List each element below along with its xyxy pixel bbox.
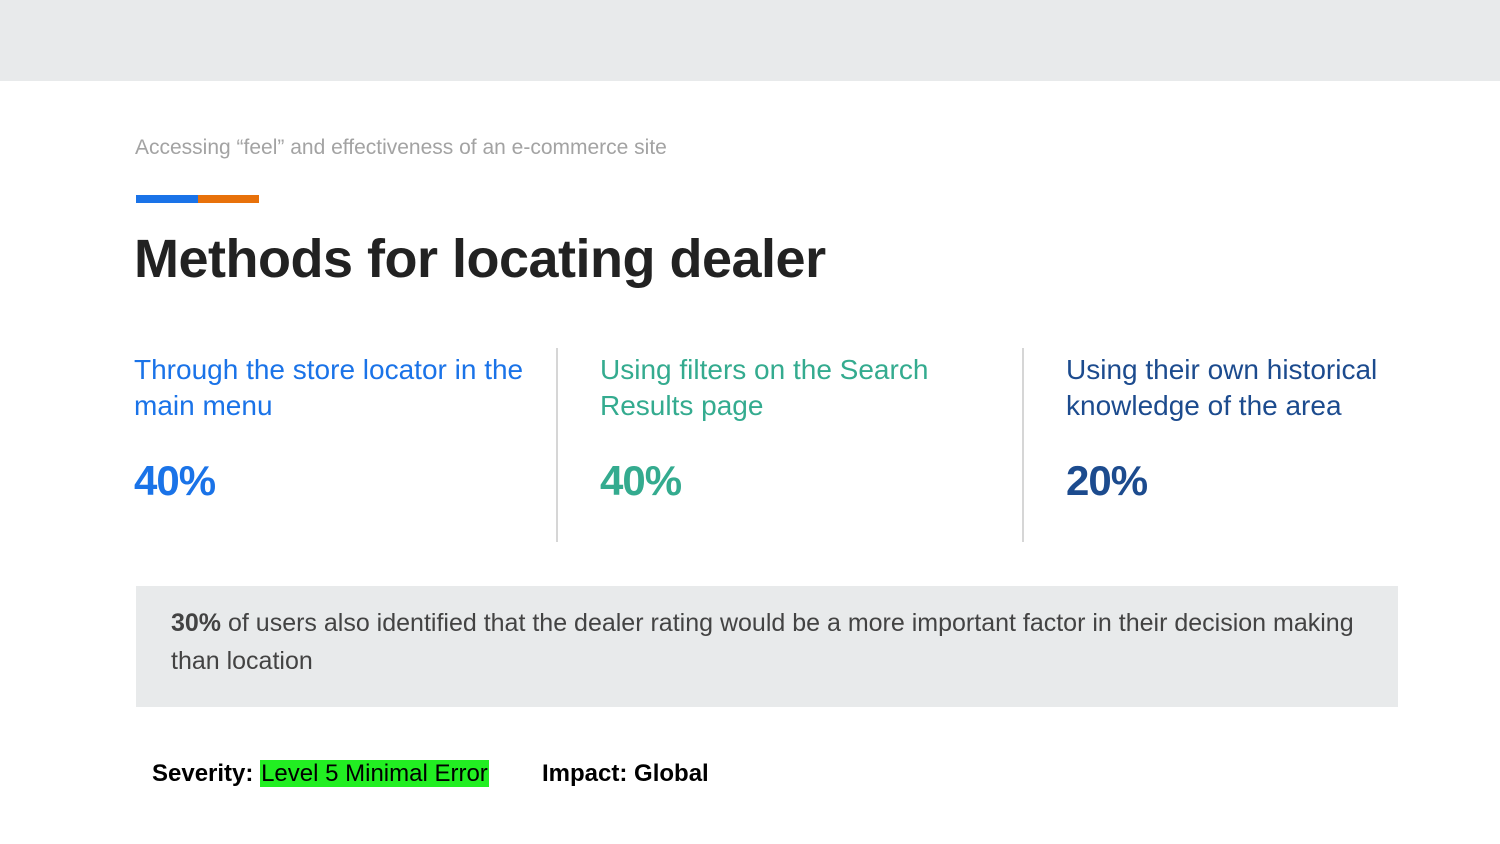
method-label: Through the store locator in the main me… — [134, 354, 524, 421]
method-label: Using their own historical knowledge of … — [1066, 354, 1378, 421]
callout-stat: 30% — [171, 609, 222, 637]
column-divider — [556, 348, 558, 542]
severity-value: Level 5 Minimal Error — [260, 760, 489, 787]
impact-label: Impact: — [542, 760, 628, 787]
method-column-historical-knowledge: Using their own historical knowledge of … — [1066, 352, 1466, 505]
method-column-search-filters: Using filters on the Search Results page… — [600, 352, 1000, 505]
severity-line: Severity: Level 5 Minimal Error — [152, 760, 489, 788]
column-divider — [1022, 348, 1024, 542]
impact-value: Global — [634, 760, 709, 787]
severity-label: Severity: — [152, 760, 254, 787]
accent-bar-orange — [198, 195, 259, 203]
top-band — [0, 0, 1500, 81]
slide-title: Methods for locating dealer — [134, 229, 826, 289]
callout-text: of users also identified that the dealer… — [171, 609, 1354, 675]
impact-line: Impact: Global — [542, 760, 709, 788]
method-percentage: 20% — [1066, 457, 1148, 504]
accent-bar-blue — [136, 195, 198, 203]
method-percentage: 40% — [134, 457, 216, 504]
method-column-store-locator: Through the store locator in the main me… — [134, 352, 534, 505]
callout-box: 30% of users also identified that the de… — [136, 586, 1398, 707]
method-label: Using filters on the Search Results page — [600, 354, 929, 421]
slide-subtitle: Accessing “feel” and effectiveness of an… — [135, 136, 667, 159]
method-percentage: 40% — [600, 457, 682, 504]
